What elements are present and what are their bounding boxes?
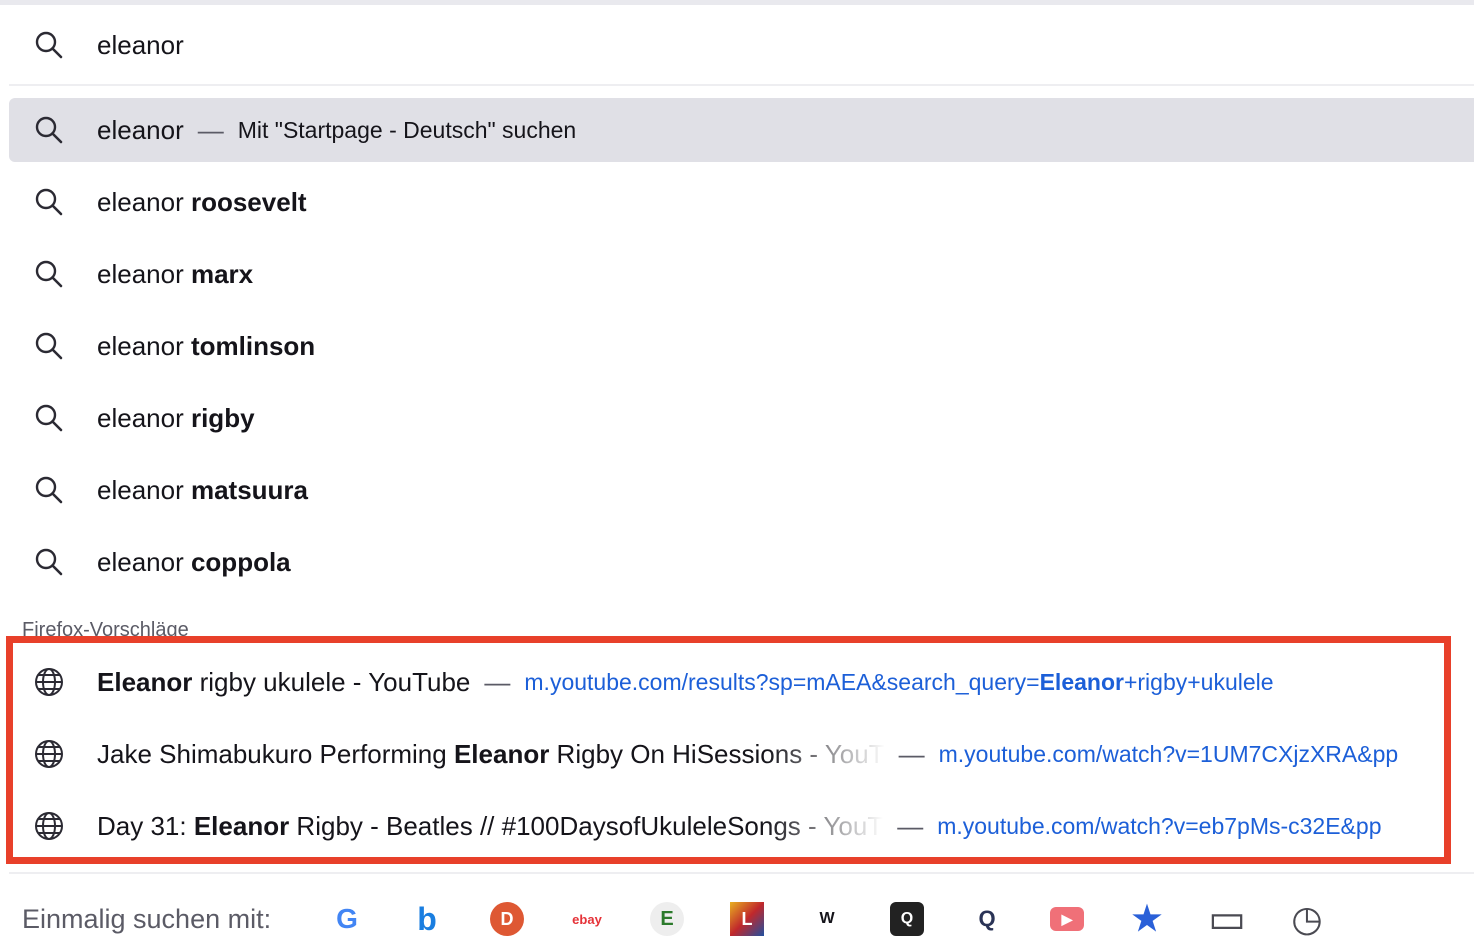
separator: —	[898, 738, 925, 769]
suggestion-prefix: eleanor	[97, 258, 191, 289]
suggestion-item[interactable]: eleanor matsuura	[9, 458, 1474, 522]
search-input-row[interactable]: eleanor	[9, 13, 1474, 77]
leo-icon[interactable]: L	[730, 902, 764, 936]
startpage-icon[interactable]: Q	[970, 902, 1004, 936]
history-result[interactable]: Day 31: Eleanor Rigby - Beatles // #100D…	[9, 794, 1474, 858]
firefox-suggestions-heading: Firefox-Vorschläge	[22, 619, 189, 637]
search-icon	[33, 258, 65, 290]
bookmarks-icon[interactable]: ★	[1130, 900, 1164, 938]
url-pre: m.youtube.com/results?sp=mAEA&search_que…	[524, 668, 1040, 695]
globe-icon	[33, 666, 65, 698]
suggestion-item[interactable]: eleanor roosevelt	[9, 170, 1474, 234]
bing-icon[interactable]: b	[410, 901, 444, 937]
suggestion-completion: marx	[190, 258, 254, 289]
suggestion-prefix: eleanor	[97, 546, 191, 577]
separator: —	[197, 114, 224, 145]
title-pre: Jake Shimabukuro Performing	[97, 738, 454, 769]
youtube-add-icon[interactable]: ▶	[1050, 907, 1084, 931]
separator: —	[484, 666, 511, 697]
result-title: Day 31: Eleanor Rigby - Beatles // #100D…	[97, 811, 883, 842]
wikipedia-icon[interactable]: W	[810, 902, 844, 936]
title-match: Eleanor	[193, 810, 290, 841]
google-icon[interactable]: G	[330, 902, 364, 936]
suggestion-item[interactable]: eleanor tomlinson	[9, 314, 1474, 378]
suggestion-prefix: eleanor	[97, 402, 191, 433]
search-icon	[33, 330, 65, 362]
search-input[interactable]: eleanor	[97, 30, 184, 61]
title-match: Eleanor	[97, 666, 193, 697]
result-title: Eleanor rigby ukulele - YouTube	[97, 667, 470, 698]
globe-icon	[33, 738, 65, 770]
suggestion-completion: rigby	[190, 402, 255, 433]
suggestion-completion: tomlinson	[190, 330, 316, 361]
ebay-icon[interactable]: ebay	[570, 902, 604, 936]
search-engine-action: Mit "Startpage - Deutsch" suchen	[237, 116, 577, 143]
suggestion-item[interactable]: eleanor rigby	[9, 386, 1474, 450]
title-post: rigby ukulele - YouTube	[192, 666, 471, 697]
search-icon	[33, 546, 65, 578]
result-title: Jake Shimabukuro Performing Eleanor Rigb…	[97, 739, 885, 770]
suggestion-primary[interactable]: eleanor — Mit "Startpage - Deutsch" such…	[9, 98, 1474, 162]
suggestion-prefix: eleanor	[97, 474, 191, 505]
tabs-icon[interactable]: ▭	[1208, 897, 1246, 941]
result-url: m.youtube.com/watch?v=eb7pMs-c32E&pp	[937, 813, 1381, 840]
suggestion-item[interactable]: eleanor coppola	[9, 530, 1474, 594]
search-icon	[33, 29, 65, 61]
one-off-label: Einmalig suchen mit:	[22, 904, 272, 934]
history-result[interactable]: Eleanor rigby ukulele - YouTube — m.yout…	[9, 650, 1474, 714]
suggestion-prefix: eleanor	[97, 186, 191, 217]
query-text: eleanor	[97, 114, 184, 145]
divider	[9, 872, 1474, 874]
history-result[interactable]: Jake Shimabukuro Performing Eleanor Rigb…	[9, 722, 1474, 786]
suggestion-item[interactable]: eleanor marx	[9, 242, 1474, 306]
history-icon[interactable]: ◷	[1290, 898, 1324, 939]
suggestion-completion: roosevelt	[190, 186, 307, 217]
duckduckgo-icon[interactable]: D	[490, 902, 524, 936]
url-pre: m.youtube.com/watch?v=1UM7CXjzXRA&pp	[938, 740, 1399, 767]
result-url: m.youtube.com/results?sp=mAEA&search_que…	[524, 669, 1273, 696]
title-post: Rigby - Beatles // #100DaysofUkuleleSong…	[289, 810, 884, 841]
ecosia-icon[interactable]: E	[650, 902, 684, 936]
search-icon	[33, 474, 65, 506]
url-post: +rigby+ukulele	[1123, 668, 1274, 695]
suggestion-completion: matsuura	[190, 474, 309, 505]
title-match: Eleanor	[453, 738, 550, 769]
globe-icon	[33, 810, 65, 842]
suggestion-prefix: eleanor	[97, 330, 191, 361]
top-border	[0, 0, 1474, 5]
title-post: Rigby On HiSessions - YouT	[549, 738, 885, 769]
divider	[9, 84, 1474, 86]
qwant-icon[interactable]: Q	[890, 902, 924, 936]
url-pre: m.youtube.com/watch?v=eb7pMs-c32E&pp	[937, 812, 1382, 839]
search-icon	[33, 402, 65, 434]
search-icon	[33, 186, 65, 218]
suggestion-completion: coppola	[190, 546, 291, 577]
search-icon	[33, 114, 65, 146]
url-match: Eleanor	[1039, 668, 1124, 695]
title-pre: Day 31:	[97, 810, 194, 841]
one-off-search-bar: Einmalig suchen mit: Gb Debay E L W Q Q ▶ ★ ▭ ◷	[0, 890, 1474, 952]
result-url: m.youtube.com/watch?v=1UM7CXjzXRA&pp	[939, 741, 1399, 768]
separator: —	[897, 810, 924, 841]
